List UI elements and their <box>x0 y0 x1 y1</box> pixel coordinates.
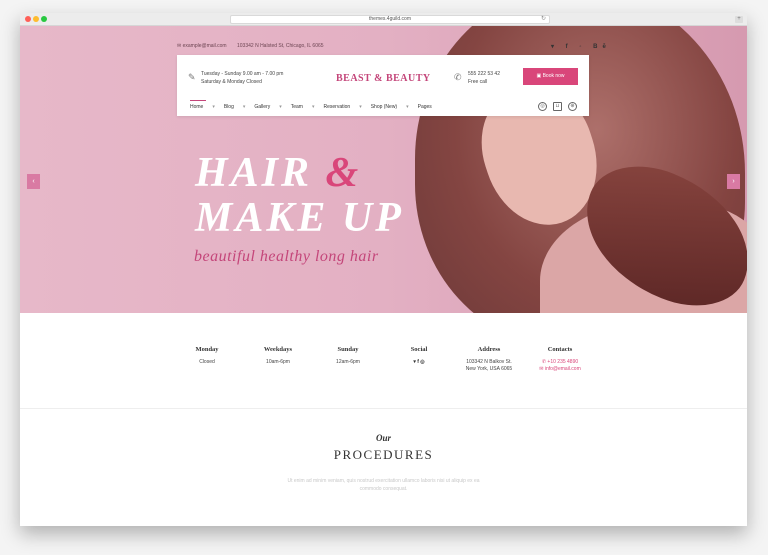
chevron-down-icon: ▾ <box>406 104 409 110</box>
procedures-description: Ut enim ad minim veniam, quis nostrud ex… <box>287 478 480 492</box>
hero-section: ✉ example@mail.com 103342 N Halsted St, … <box>20 26 747 313</box>
book-now-label: Book now <box>542 73 565 79</box>
phone-info: 555 222 53 42 Free call <box>468 70 500 86</box>
address-column: Address 103342 N Balkov St. New York, US… <box>454 346 524 373</box>
chevron-down-icon: ▾ <box>279 104 282 110</box>
address-bar[interactable]: themes.4guild.com ↻ <box>230 15 550 24</box>
url-text: themes.4guild.com <box>369 16 411 22</box>
cart-icon[interactable]: ⊔ <box>553 102 562 111</box>
leaf-icon: ✎ <box>188 72 196 82</box>
social-icons[interactable]: ▾ f ◎ <box>384 359 454 366</box>
phone-subtitle: Free call <box>468 79 488 85</box>
hero-heading-line-1: HAIR <box>195 150 313 196</box>
weekdays-title: Weekdays <box>263 346 293 353</box>
contact-phone-text: +10 235 4890 <box>547 359 579 365</box>
sunday-column: Sunday 12am-6pm <box>313 346 383 366</box>
hero-heading: HAIR & MAKE UP <box>195 151 404 241</box>
weekdays-value: 10am-6pm <box>266 359 290 365</box>
close-window-button[interactable] <box>25 16 31 22</box>
slider-prev-button[interactable]: ‹ <box>27 174 40 189</box>
globe-icon[interactable]: ◎ <box>538 102 547 111</box>
hours-line-1: Tuesday - Sunday 9.00 am - 7.00 pm <box>201 71 284 77</box>
new-tab-button[interactable]: + <box>735 16 743 23</box>
hero-ampersand: & <box>325 150 362 196</box>
browser-toolbar: themes.4guild.com ↻ + <box>20 13 747 26</box>
contacts-title: Contacts <box>547 346 573 353</box>
menu-item-blog[interactable]: Blog <box>224 104 234 110</box>
browser-window: themes.4guild.com ↻ + ✉ example@mail.com… <box>20 13 747 526</box>
language-icon[interactable]: ⊕ <box>568 102 577 111</box>
reload-icon[interactable]: ↻ <box>541 16 546 23</box>
hours-line-2: Saturday & Monday Closed <box>201 79 262 85</box>
topbar-email-text: example@mail.com <box>182 43 227 49</box>
info-strip: Monday Closed Weekdays 10am-6pm Sunday 1… <box>20 313 747 409</box>
sunday-value: 12am-6pm <box>336 359 360 365</box>
menu-item-reservation[interactable]: Reservation <box>324 104 351 110</box>
menu-item-gallery[interactable]: Gallery <box>254 104 270 110</box>
chevron-down-icon: ▾ <box>311 104 315 110</box>
weekdays-column: Weekdays 10am-6pm <box>243 346 313 366</box>
chevron-down-icon: ▾ <box>359 104 362 110</box>
topbar-social-icons[interactable]: ▾ f ◦ Bē <box>551 43 611 50</box>
monday-title: Monday <box>195 346 219 353</box>
chevron-down-icon: ▾ <box>242 104 246 110</box>
contact-email[interactable]: ✉ info@email.com <box>525 366 595 373</box>
menu-item-home[interactable]: Home <box>190 104 203 110</box>
main-menu: Home ▾ Blog ▾ Gallery ▾ Team ▾ Reservation ▾ … <box>190 104 432 110</box>
social-column: Social ▾ f ◎ <box>384 346 454 366</box>
menu-item-team[interactable]: Team <box>291 104 303 110</box>
address-line-1: 103342 N Balkov St. <box>466 359 512 365</box>
topbar-email[interactable]: ✉ example@mail.com <box>177 43 227 49</box>
chevron-down-icon: ▾ <box>212 104 215 110</box>
phone-icon: ✆ <box>454 72 462 82</box>
procedures-section: Our PROCEDURES Ut enim ad minim veniam, … <box>20 433 747 493</box>
phone-number[interactable]: 555 222 53 42 <box>468 70 500 78</box>
hero-heading-line-2: MAKE UP <box>195 195 404 241</box>
sunday-title: Sunday <box>337 346 359 353</box>
procedures-title: PROCEDURES <box>333 447 434 462</box>
header-nav-box: ✎ Tuesday - Sunday 9.00 am - 7.00 pm Sat… <box>177 55 589 116</box>
menu-item-shop[interactable]: Shop (New) <box>371 104 397 110</box>
address-title: Address <box>477 346 501 353</box>
address-line-2: New York, USA 6065 <box>465 366 513 372</box>
procedures-eyebrow: Our <box>375 433 391 443</box>
topbar-address: 103342 N Halsted St, Chicago, IL 6065 <box>237 43 324 49</box>
contact-phone[interactable]: ✆ +10 235 4890 <box>525 359 595 366</box>
monday-column: Monday Closed <box>172 346 242 366</box>
slider-next-button[interactable]: › <box>727 174 740 189</box>
minimize-window-button[interactable] <box>33 16 39 22</box>
opening-hours: Tuesday - Sunday 9.00 am - 7.00 pm Satur… <box>201 70 283 86</box>
contact-email-text: info@email.com <box>544 366 581 372</box>
menu-item-pages[interactable]: Pages <box>418 104 432 110</box>
book-now-button[interactable]: ▣ Book now <box>523 68 578 85</box>
maximize-window-button[interactable] <box>41 16 47 22</box>
contacts-column: Contacts ✆ +10 235 4890 ✉ info@email.com <box>525 346 595 373</box>
site-logo[interactable]: BEAST & BEAUTY <box>336 73 431 84</box>
monday-value: Closed <box>199 359 215 365</box>
hero-tagline: beautiful healthy long hair <box>194 248 379 265</box>
active-menu-indicator <box>190 100 206 101</box>
social-title: Social <box>410 346 428 353</box>
